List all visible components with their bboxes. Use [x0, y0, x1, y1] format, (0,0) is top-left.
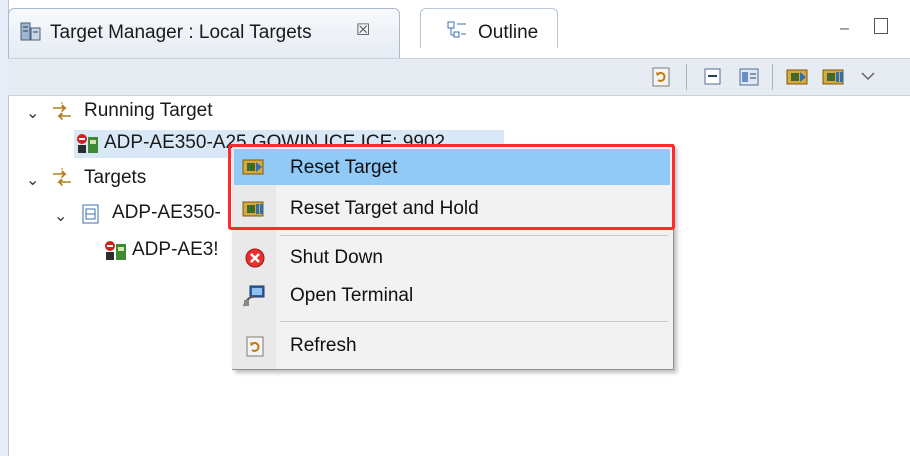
menu-separator	[280, 235, 668, 236]
tree-target-config[interactable]: ADP-AE350-	[112, 202, 221, 224]
view-toolbar	[8, 58, 910, 96]
dropdown-chevron-icon[interactable]	[860, 70, 876, 82]
maximize-icon[interactable]	[874, 18, 888, 34]
collapse-all-icon[interactable]	[702, 66, 724, 88]
shutdown-icon	[245, 248, 265, 268]
outline-icon	[447, 21, 466, 38]
menu-item-refresh[interactable]: Refresh	[290, 335, 357, 357]
annotation-highlight-box	[228, 144, 675, 230]
chevron-down-icon[interactable]: ⌄	[54, 206, 67, 226]
chevron-down-icon[interactable]: ⌄	[26, 103, 39, 123]
running-target-icon	[53, 102, 71, 122]
toolbar-separator	[686, 64, 687, 90]
chevron-down-icon[interactable]: ⌄	[26, 170, 39, 190]
refresh-icon	[246, 336, 264, 357]
board-stopped-icon	[77, 134, 98, 153]
view-menu-icon[interactable]	[738, 66, 760, 88]
menu-item-open-terminal[interactable]: Open Terminal	[290, 285, 413, 307]
toolbar-separator	[772, 64, 773, 90]
refresh-icon[interactable]	[650, 66, 672, 88]
board-stopped-icon	[105, 241, 126, 260]
target-config-icon	[82, 204, 99, 224]
menu-separator	[280, 321, 668, 322]
reset-target-icon[interactable]	[786, 66, 810, 88]
tab-outline-label: Outline	[478, 22, 539, 43]
minimize-icon[interactable]: –	[840, 20, 849, 38]
reset-target-hold-icon[interactable]	[822, 66, 846, 88]
target-manager-icon	[20, 22, 41, 41]
menu-item-shut-down[interactable]: Shut Down	[290, 247, 383, 269]
targets-icon	[53, 168, 71, 188]
tab-target-manager-label: Target Manager : Local Targets	[50, 22, 312, 43]
terminal-icon	[243, 285, 265, 307]
tree-targets[interactable]: Targets	[84, 167, 146, 189]
tab-close-icon[interactable]: ☒	[356, 20, 370, 40]
tree-running-target[interactable]: Running Target	[84, 100, 213, 122]
tree-target-board[interactable]: ADP-AE3!	[132, 239, 219, 261]
